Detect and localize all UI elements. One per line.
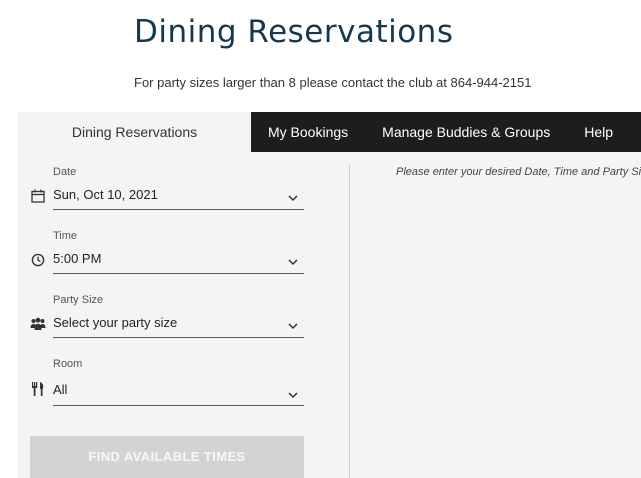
party-size-select[interactable]: Select your party size bbox=[53, 313, 304, 338]
tab-my-bookings[interactable]: My Bookings bbox=[251, 112, 365, 152]
panel-divider bbox=[349, 164, 350, 478]
party-size-notice: For party sizes larger than 8 please con… bbox=[134, 75, 532, 90]
room-select[interactable]: All bbox=[53, 377, 304, 406]
room-label: Room bbox=[53, 358, 83, 370]
time-label: Time bbox=[53, 230, 78, 242]
tab-manage-buddies-groups[interactable]: Manage Buddies & Groups bbox=[365, 112, 567, 152]
reservation-panel: Date Sun, Oct 10, 2021 Time 5:00 PM Part… bbox=[18, 152, 641, 478]
time-select[interactable]: 5:00 PM bbox=[53, 249, 304, 274]
find-available-times-button[interactable]: FIND AVAILABLE TIMES bbox=[30, 436, 304, 478]
clock-icon bbox=[30, 252, 46, 268]
tab-bar: Dining Reservations My Bookings Manage B… bbox=[18, 112, 641, 152]
date-value: Sun, Oct 10, 2021 bbox=[53, 187, 158, 202]
room-value: All bbox=[53, 382, 68, 397]
tab-dining-reservations[interactable]: Dining Reservations bbox=[18, 112, 251, 152]
date-select[interactable]: Sun, Oct 10, 2021 bbox=[53, 185, 304, 210]
people-icon bbox=[30, 316, 46, 332]
calendar-icon bbox=[30, 188, 46, 204]
time-field: Time 5:00 PM bbox=[30, 230, 304, 276]
party-size-label: Party Size bbox=[53, 294, 104, 306]
results-hint: Please enter your desired Date, Time and… bbox=[396, 166, 641, 178]
page-title: Dining Reservations bbox=[134, 14, 454, 50]
chevron-down-icon bbox=[288, 318, 298, 333]
room-field: Room All bbox=[30, 358, 304, 408]
tab-help[interactable]: Help bbox=[567, 112, 630, 152]
date-label: Date bbox=[53, 166, 77, 178]
utensils-icon bbox=[30, 381, 46, 397]
party-size-value: Select your party size bbox=[53, 315, 178, 330]
chevron-down-icon bbox=[288, 190, 298, 205]
party-size-field: Party Size Select your party size bbox=[30, 294, 304, 340]
time-value: 5:00 PM bbox=[53, 251, 102, 266]
chevron-down-icon bbox=[288, 387, 298, 402]
date-field: Date Sun, Oct 10, 2021 bbox=[30, 166, 304, 212]
chevron-down-icon bbox=[288, 254, 298, 269]
